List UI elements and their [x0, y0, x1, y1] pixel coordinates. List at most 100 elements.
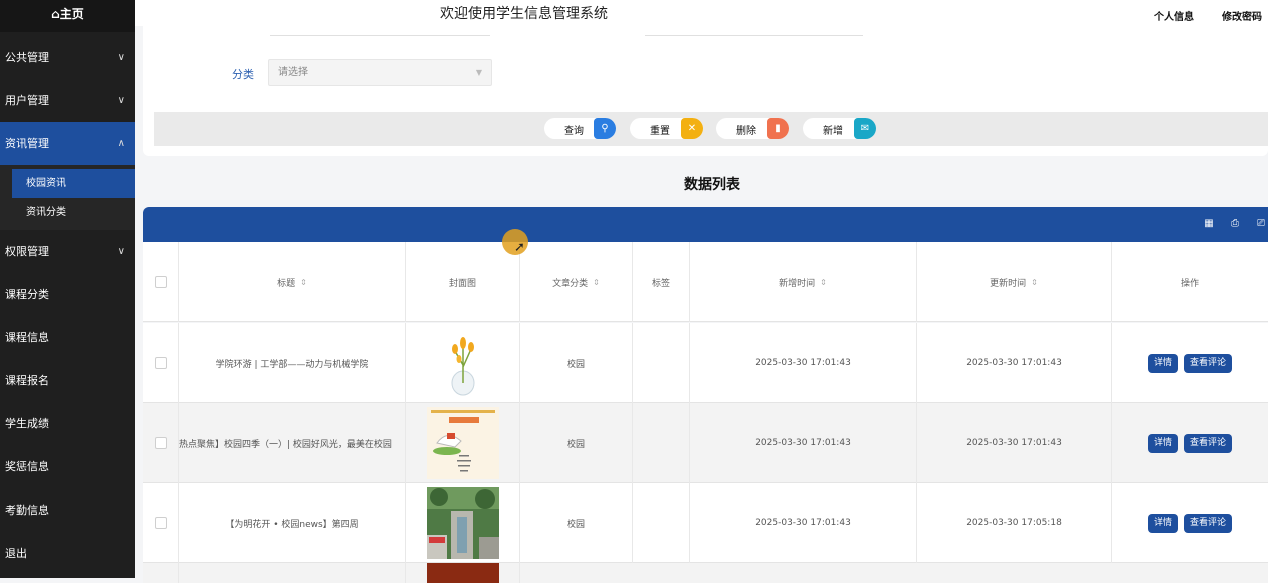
updated-time-cell: 2025-03-30 17:05:18 — [917, 483, 1112, 563]
row-select-cell — [143, 323, 179, 403]
sort-icon: ⇕ — [820, 277, 827, 287]
column-header-label: 标签 — [651, 278, 670, 289]
column-header-label: 文章分类 — [552, 278, 589, 289]
sidebar-item-permissions[interactable]: 权限管理 ∨ — [0, 230, 135, 273]
sidebar-item-label: 考勤信息 — [5, 504, 49, 517]
chevron-up-icon: ∧ — [117, 138, 125, 149]
select-all-checkbox[interactable] — [154, 276, 167, 288]
row-checkbox[interactable] — [154, 357, 167, 369]
sidebar-item-news[interactable]: 资讯管理 ∧ — [0, 122, 135, 165]
sidebar-item-attendance[interactable]: 考勤信息 — [0, 489, 135, 532]
column-header-label: 更新时间 — [990, 278, 1027, 289]
table-row: 【为明花开 • 校园news】第四周 校园 2025-03-30 17:01:4… — [143, 483, 1268, 563]
row-select-cell — [143, 483, 179, 563]
export-icon[interactable]: ⎙ — [1229, 218, 1241, 230]
sidebar-item-course-category[interactable]: 课程分类 — [0, 273, 135, 316]
close-icon: ✕ — [681, 118, 703, 139]
column-header-tag: 标签 — [633, 242, 690, 322]
add-button[interactable]: 新增 ✉ — [803, 118, 876, 139]
category-select-value: 请选择 — [278, 67, 308, 78]
sidebar-item-logout[interactable]: 退出 — [0, 532, 135, 575]
updated-time-cell: 2025-03-30 17:01:43 — [917, 323, 1112, 403]
list-title: 数据列表 — [684, 177, 740, 193]
select-all-cell — [143, 242, 179, 322]
column-header-label: 新增时间 — [779, 278, 816, 289]
row-select-cell — [143, 563, 179, 583]
sidebar-item-label: 资讯管理 — [5, 137, 49, 150]
column-header-cover: 封面图 — [406, 242, 520, 322]
column-header-label: 封面图 — [448, 278, 476, 289]
chevron-down-icon: ∨ — [117, 52, 125, 63]
sidebar-subitem-campus-news[interactable]: 校园资讯 — [0, 169, 135, 198]
view-comments-button[interactable]: 查看评论 — [1184, 353, 1233, 373]
category-cell: 校园 — [520, 323, 633, 403]
updated-time-cell: 2025-03-30 17:01:43 — [917, 403, 1112, 483]
caret-down-icon: ▼ — [475, 68, 482, 77]
sort-icon: ⇕ — [593, 277, 600, 287]
column-header-created[interactable]: 新增时间 ⇕ — [690, 242, 917, 322]
sidebar-subitem-news-category[interactable]: 资讯分类 — [0, 198, 135, 227]
title-cell: 【为明花开 • 校园news】第四周 — [179, 483, 406, 563]
row-checkbox[interactable] — [154, 437, 167, 449]
profile-link[interactable]: 个人信息 — [1154, 8, 1194, 23]
calculator-icon[interactable]: ▦ — [1203, 218, 1215, 230]
view-comments-button[interactable]: 查看评论 — [1184, 513, 1233, 533]
detail-button[interactable]: 详情 — [1147, 513, 1178, 533]
delete-button-label: 删除 — [736, 126, 756, 137]
created-time-cell: 2025-03-30 17:01:43 — [690, 323, 917, 403]
sidebar-item-label: 学生成绩 — [5, 417, 49, 430]
home-link[interactable]: ⌂主页 — [0, 0, 135, 32]
detail-button[interactable]: 详情 — [1147, 353, 1178, 373]
sidebar-item-grades[interactable]: 学生成绩 — [0, 402, 135, 445]
top-bar: 欢迎使用学生信息管理系统 个人信息 修改密码 — [135, 0, 1268, 26]
cover-image-partial — [426, 563, 499, 583]
category-cell: 校园 — [520, 483, 633, 563]
chevron-down-icon: ∨ — [117, 246, 125, 257]
actions-cell: 详情 查看评论 — [1112, 323, 1268, 403]
page-title: 欢迎使用学生信息管理系统 — [440, 6, 608, 22]
row-checkbox[interactable] — [154, 517, 167, 529]
sidebar-item-users[interactable]: 用户管理 ∨ — [0, 79, 135, 122]
cover-cell — [406, 563, 520, 583]
detail-button[interactable]: 详情 — [1147, 433, 1178, 453]
sidebar-item-label: 权限管理 — [5, 245, 49, 258]
tag-cell — [633, 323, 690, 403]
chevron-down-icon: ∨ — [117, 95, 125, 106]
sidebar-item-course-info[interactable]: 课程信息 — [0, 316, 135, 359]
sidebar-item-public[interactable]: 公共管理 ∨ — [0, 36, 135, 79]
category-label: 分类 — [232, 68, 254, 81]
action-bar — [154, 112, 1268, 146]
scrolled-input-edge — [270, 26, 490, 36]
sidebar-item-label: 课程报名 — [5, 374, 49, 387]
actions-cell: 详情 查看评论 — [1112, 403, 1268, 483]
cover-cell — [406, 323, 520, 403]
cover-image-flower-vase — [427, 327, 499, 399]
sidebar-item-course-enroll[interactable]: 课程报名 — [0, 359, 135, 402]
table-header-row: 标题 ⇕ 封面图 文章分类 ⇕ 标签 新增时间 ⇕ 更新时间 ⇕ 操作 — [143, 242, 1268, 322]
view-comments-button[interactable]: 查看评论 — [1184, 433, 1233, 453]
delete-button[interactable]: 删除 ▮ — [716, 118, 789, 139]
table-toolbar — [143, 207, 1268, 242]
column-header-actions: 操作 — [1112, 242, 1268, 322]
sidebar-item-rewards[interactable]: 奖惩信息 — [0, 445, 135, 488]
reset-button[interactable]: 重置 ✕ — [630, 118, 703, 139]
column-header-category[interactable]: 文章分类 ⇕ — [520, 242, 633, 322]
cover-cell — [406, 403, 520, 483]
category-cell: 校园 — [520, 403, 633, 483]
change-password-link[interactable]: 修改密码 — [1222, 8, 1262, 23]
scrolled-input-edge — [645, 26, 863, 36]
cover-image-campus-garden — [426, 487, 499, 559]
mouse-pointer-icon: ➚ — [514, 240, 525, 255]
column-header-updated[interactable]: 更新时间 ⇕ — [917, 242, 1112, 322]
tag-cell — [633, 403, 690, 483]
actions-cell: 详情 查看评论 — [1112, 483, 1268, 563]
column-header-title[interactable]: 标题 ⇕ — [179, 242, 406, 322]
title-cell: 学院环游 | 工学部——动力与机械学院 — [179, 323, 406, 403]
category-select[interactable]: 请选择 ▼ — [268, 59, 492, 86]
sidebar-item-label: 用户管理 — [5, 94, 49, 107]
print-icon[interactable]: ⎚ — [1255, 218, 1267, 230]
title-cell: 热点聚焦】校园四季（一）| 校园好风光，最美在校园 — [179, 403, 406, 483]
column-header-label: 标题 — [277, 278, 296, 289]
query-button[interactable]: 查询 ⚲ — [544, 118, 616, 139]
trash-icon: ▮ — [767, 118, 789, 139]
